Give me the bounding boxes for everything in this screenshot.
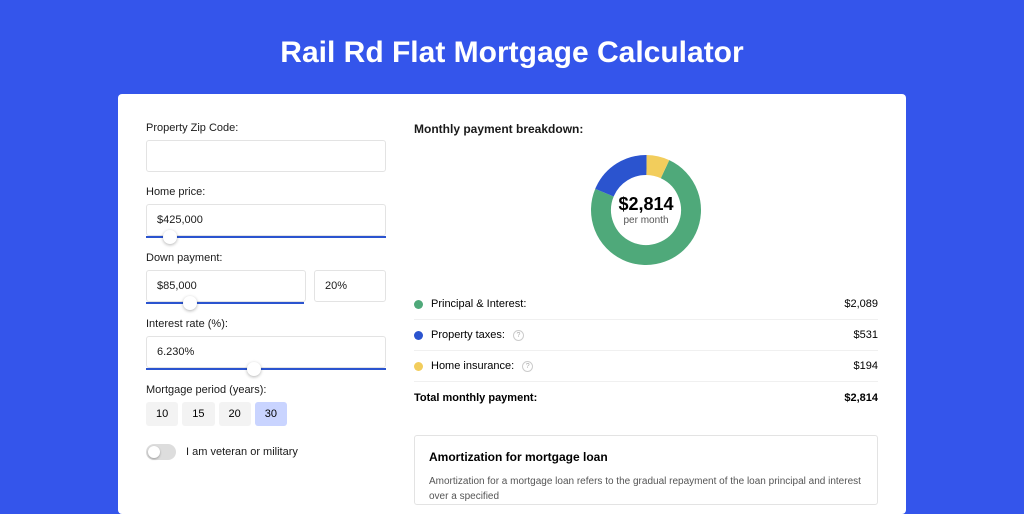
donut-chart: $2,814 per month — [586, 150, 706, 270]
down-payment-input[interactable] — [146, 270, 306, 302]
total-label: Total monthly payment: — [414, 392, 537, 404]
period-tab-30[interactable]: 30 — [255, 402, 287, 426]
info-icon[interactable]: ? — [513, 330, 524, 341]
interest-rate-group: Interest rate (%): — [146, 318, 386, 370]
zip-label: Property Zip Code: — [146, 122, 386, 134]
veteran-toggle[interactable] — [146, 444, 176, 460]
row-label: Property taxes: — [431, 329, 505, 341]
interest-rate-slider-thumb[interactable] — [247, 362, 261, 376]
veteran-row: I am veteran or military — [146, 444, 386, 460]
breakdown-panel: Monthly payment breakdown: $2,814 per mo… — [414, 122, 878, 514]
home-price-slider[interactable] — [146, 236, 386, 238]
zip-input[interactable] — [146, 140, 386, 172]
amortization-text: Amortization for a mortgage loan refers … — [429, 474, 863, 504]
period-tab-15[interactable]: 15 — [182, 402, 214, 426]
amortization-card: Amortization for mortgage loan Amortizat… — [414, 435, 878, 505]
dot-icon — [414, 331, 423, 340]
row-insurance: Home insurance: ? $194 — [414, 351, 878, 382]
period-tab-20[interactable]: 20 — [219, 402, 251, 426]
home-price-input[interactable] — [146, 204, 386, 236]
page-title: Rail Rd Flat Mortgage Calculator — [0, 0, 1024, 94]
down-payment-pct-input[interactable] — [314, 270, 386, 302]
interest-rate-input[interactable] — [146, 336, 386, 368]
period-label: Mortgage period (years): — [146, 384, 386, 396]
total-value: $2,814 — [844, 392, 878, 404]
inputs-panel: Property Zip Code: Home price: Down paym… — [146, 122, 386, 514]
veteran-label: I am veteran or military — [186, 446, 298, 458]
dot-icon — [414, 300, 423, 309]
down-payment-slider-thumb[interactable] — [183, 296, 197, 310]
home-price-label: Home price: — [146, 186, 386, 198]
calculator-card: Property Zip Code: Home price: Down paym… — [118, 94, 906, 514]
row-label: Principal & Interest: — [431, 298, 526, 310]
row-value: $531 — [854, 329, 878, 341]
down-payment-group: Down payment: — [146, 252, 386, 304]
period-group: Mortgage period (years): 10 15 20 30 — [146, 384, 386, 426]
zip-group: Property Zip Code: — [146, 122, 386, 172]
veteran-toggle-knob — [148, 446, 160, 458]
row-taxes: Property taxes: ? $531 — [414, 320, 878, 351]
donut-sub: per month — [623, 215, 668, 226]
interest-rate-label: Interest rate (%): — [146, 318, 386, 330]
row-principal: Principal & Interest: $2,089 — [414, 289, 878, 320]
breakdown-rows: Principal & Interest: $2,089 Property ta… — [414, 288, 878, 413]
down-payment-label: Down payment: — [146, 252, 386, 264]
interest-rate-slider[interactable] — [146, 368, 386, 370]
row-value: $194 — [854, 360, 878, 372]
breakdown-heading: Monthly payment breakdown: — [414, 122, 878, 136]
home-price-slider-thumb[interactable] — [163, 230, 177, 244]
row-value: $2,089 — [844, 298, 878, 310]
row-label: Home insurance: — [431, 360, 514, 372]
donut-amount: $2,814 — [618, 194, 673, 215]
amortization-title: Amortization for mortgage loan — [429, 450, 863, 464]
home-price-group: Home price: — [146, 186, 386, 238]
down-payment-slider[interactable] — [146, 302, 304, 304]
dot-icon — [414, 362, 423, 371]
period-tab-10[interactable]: 10 — [146, 402, 178, 426]
row-total: Total monthly payment: $2,814 — [414, 382, 878, 413]
period-tabs: 10 15 20 30 — [146, 402, 386, 426]
info-icon[interactable]: ? — [522, 361, 533, 372]
